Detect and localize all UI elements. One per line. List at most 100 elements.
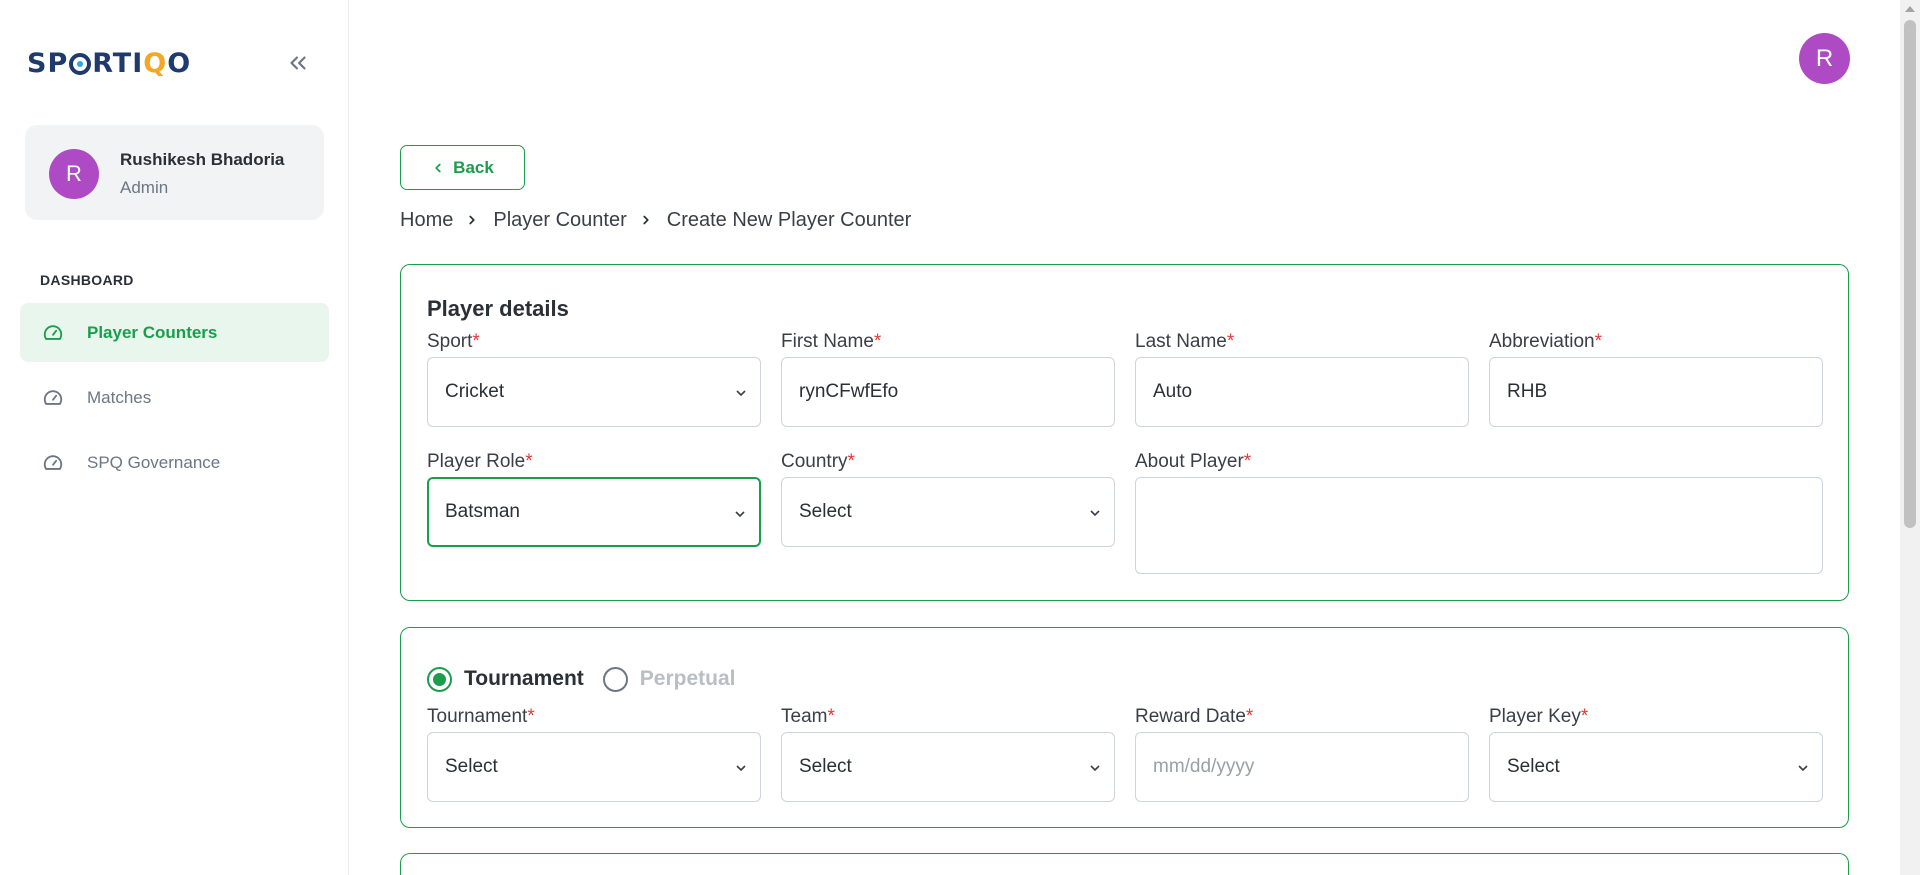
breadcrumb-player-counter[interactable]: Player Counter <box>493 209 626 232</box>
sidebar-item-label: SPQ Governance <box>87 452 221 472</box>
breadcrumb-current: Create New Player Counter <box>666 208 912 231</box>
label-text: Player Role <box>427 451 526 472</box>
required-mark: * <box>1245 706 1254 727</box>
required-mark: * <box>525 451 533 472</box>
date-placeholder: mm/dd/yyyy <box>1153 756 1255 777</box>
tournament-radio-label[interactable]: Tournament <box>464 667 584 691</box>
logo-text-part: SP <box>27 47 69 79</box>
country-label: Country* <box>781 451 855 473</box>
perpetual-radio-label[interactable]: Perpetual <box>640 667 736 691</box>
sidebar: SP RTI Q O R Rushikesh Bhadoria Admin DASHB… <box>0 0 349 875</box>
user-name: Rushikesh Bhadoria <box>120 150 285 169</box>
last-name-field[interactable]: Auto <box>1135 357 1469 427</box>
about-player-label: About Player* <box>1135 451 1251 473</box>
required-mark: * <box>472 331 480 352</box>
logo-wordmark: SP RTI Q O <box>27 48 191 79</box>
select-value: Cricket <box>445 381 505 402</box>
required-mark: * <box>1226 331 1235 352</box>
logo-text-part: RTI <box>92 47 144 79</box>
label-text: Last Name <box>1135 331 1227 352</box>
counter-type-radio-group: Tournament Perpetual <box>427 664 754 694</box>
input-value: rynCFwfEfo <box>799 381 899 402</box>
select-value: Select <box>799 756 852 777</box>
required-mark: * <box>847 451 855 472</box>
required-mark: * <box>827 706 835 727</box>
chevron-down-icon <box>1090 510 1100 517</box>
logo-ball-icon <box>69 53 92 75</box>
breadcrumb-home[interactable]: Home <box>400 209 453 232</box>
tournament-radio[interactable] <box>427 666 452 692</box>
last-name-label: Last Name* <box>1135 331 1234 353</box>
scroll-thumb[interactable] <box>1904 20 1916 528</box>
back-button[interactable]: Back <box>400 145 525 190</box>
nav-heading: DASHBOARD <box>40 272 134 288</box>
team-label: Team* <box>781 706 835 728</box>
player-key-label: Player Key* <box>1489 706 1588 728</box>
label-text: Reward Date <box>1135 706 1246 727</box>
first-name-field[interactable]: rynCFwfEfo <box>781 357 1115 427</box>
perpetual-radio[interactable] <box>602 666 628 692</box>
sport-select[interactable]: Cricket <box>427 357 761 427</box>
abbreviation-label: Abbreviation* <box>1489 331 1602 353</box>
gauge-icon <box>42 452 64 474</box>
country-select[interactable]: Select <box>781 477 1115 547</box>
select-value: Select <box>799 501 852 522</box>
sportiqo-logo[interactable]: SP RTI Q O <box>27 47 191 79</box>
select-value: Select <box>445 756 498 777</box>
first-name-label: First Name* <box>781 331 881 353</box>
team-select[interactable]: Select <box>781 732 1115 802</box>
gauge-icon <box>42 322 64 344</box>
input-value: Auto <box>1153 381 1193 402</box>
sidebar-item-matches[interactable]: Matches <box>20 368 329 427</box>
label-text: About Player <box>1135 451 1244 472</box>
required-mark: * <box>1594 331 1603 352</box>
chevron-right-icon <box>469 215 475 225</box>
section-title: Player details <box>427 296 569 321</box>
required-mark: * <box>1243 451 1252 472</box>
reward-date-label: Reward Date* <box>1135 706 1253 728</box>
reward-date-field[interactable]: mm/dd/yyyy <box>1135 732 1469 802</box>
label-text: Country <box>781 451 848 472</box>
required-mark: * <box>873 331 882 352</box>
label-text: Tournament <box>427 706 528 727</box>
sidebar-item-player-counters[interactable]: Player Counters <box>20 303 329 362</box>
back-button-label: Back <box>453 157 494 177</box>
player-key-select[interactable]: Select <box>1489 732 1823 802</box>
sidebar-item-label: Player Counters <box>87 322 218 342</box>
counter-type-card: Tournament Perpetual Tournament* Team* R… <box>400 627 1849 828</box>
user-role: Admin <box>120 178 169 197</box>
chevron-right-icon <box>643 215 649 225</box>
breadcrumb: Home Player Counter Create New Player Co… <box>400 207 911 233</box>
page-scrollbar[interactable] <box>1900 0 1920 875</box>
avatar: R <box>49 149 99 199</box>
collapse-sidebar-icon[interactable] <box>285 50 311 76</box>
select-value: Batsman <box>445 501 520 522</box>
label-text: Team <box>781 706 828 727</box>
abbreviation-field[interactable]: RHB <box>1489 357 1823 427</box>
next-section-card <box>400 853 1849 875</box>
player-details-card: Player details Sport* First Name* Last N… <box>400 264 1849 601</box>
player-role-select[interactable]: Batsman <box>427 477 761 547</box>
label-text: Sport <box>427 331 473 352</box>
chevron-down-icon <box>1090 765 1100 772</box>
logo-text-part: O <box>167 47 192 79</box>
tournament-select[interactable]: Select <box>427 732 761 802</box>
user-card: R Rushikesh Bhadoria Admin <box>25 125 324 220</box>
label-text: Abbreviation <box>1489 331 1595 352</box>
about-player-textarea[interactable] <box>1135 477 1823 574</box>
tournament-label: Tournament* <box>427 706 535 728</box>
select-value: Select <box>1507 756 1560 777</box>
sidebar-item-spq-governance[interactable]: SPQ Governance <box>20 433 329 492</box>
chevron-left-icon <box>435 163 441 172</box>
required-mark: * <box>527 706 535 727</box>
label-text: Player Key <box>1489 706 1581 727</box>
chevron-down-icon <box>735 511 745 518</box>
label-text: First Name <box>781 331 874 352</box>
chevron-down-icon <box>736 765 746 772</box>
scroll-up-icon[interactable] <box>1905 6 1915 12</box>
chevron-down-icon <box>736 390 746 397</box>
logo-text-accent: Q <box>143 47 168 79</box>
sport-label: Sport* <box>427 331 480 353</box>
profile-avatar[interactable]: R <box>1799 33 1850 84</box>
input-value: RHB <box>1507 381 1548 402</box>
